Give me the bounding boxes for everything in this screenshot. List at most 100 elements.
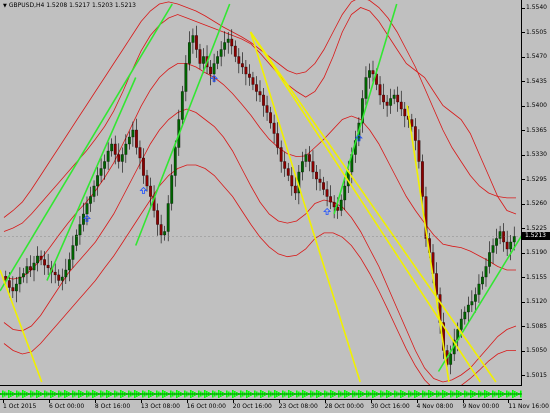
candle — [223, 31, 227, 57]
candle — [484, 258, 488, 287]
candle-body — [131, 129, 135, 138]
candle-body — [184, 63, 188, 92]
candle — [191, 28, 195, 54]
candle-body — [498, 231, 502, 239]
candle — [106, 141, 110, 170]
candle — [75, 229, 78, 252]
candle-body — [198, 49, 202, 64]
candle — [325, 181, 329, 207]
price-chart[interactable]: ▼ GBPUSD,H4 1.5208 1.5217 1.5203 1.5213 — [0, 0, 522, 386]
candle — [498, 225, 502, 245]
candle-body — [233, 45, 237, 57]
candle — [184, 55, 188, 102]
candle-body — [71, 245, 75, 260]
price-tick-mark — [522, 7, 525, 9]
candle — [470, 290, 474, 312]
candle-body — [392, 94, 396, 99]
candle-body — [293, 185, 297, 194]
price-tick-mark — [522, 277, 525, 278]
candle — [304, 148, 308, 168]
candle-body — [14, 283, 18, 292]
price-tick-label: 1.5330 — [526, 151, 547, 158]
candle — [78, 216, 82, 245]
candle-body — [209, 66, 212, 75]
price-tick-label: 1.5435 — [526, 77, 547, 85]
candle-body — [117, 154, 121, 162]
price-tick-mark — [522, 350, 525, 352]
candle-body — [187, 42, 191, 64]
candle-body — [481, 276, 484, 285]
indicator-strip — [0, 386, 522, 400]
candle — [195, 25, 198, 58]
candle-body — [502, 231, 506, 243]
candle-body — [170, 175, 174, 204]
triangle-down-icon[interactable]: ▼ — [3, 3, 7, 9]
chart-window[interactable]: ▼ GBPUSD,H4 1.5208 1.5217 1.5203 1.5213 … — [0, 0, 550, 413]
candle — [477, 274, 481, 303]
candle-body — [99, 168, 103, 176]
candle — [145, 169, 149, 192]
candle-body — [488, 252, 491, 267]
candle — [233, 40, 237, 63]
price-tick-mark — [522, 252, 525, 254]
candle-body — [124, 143, 128, 155]
candle — [488, 241, 491, 274]
price-axis[interactable]: 1.5540 1.5505 1.5470 1.5435 1.5400 1.5365 1.53… — [522, 0, 550, 400]
candle-body — [318, 178, 322, 183]
candle — [332, 195, 336, 219]
candle — [127, 131, 131, 150]
candle-body — [491, 245, 495, 253]
price-tick-label: 1.5540 — [526, 4, 547, 11]
candle — [466, 296, 470, 322]
candle — [315, 165, 318, 191]
candle-body — [64, 269, 68, 278]
candle-body — [32, 262, 36, 271]
candle-body — [39, 255, 43, 260]
time-tick-label: 30 Oct 16:00 — [370, 403, 410, 410]
candle-body — [484, 266, 488, 278]
candle-body — [212, 63, 216, 75]
price-tick-label: 1.5120 — [526, 298, 547, 305]
candle-body — [149, 185, 152, 197]
candle — [226, 32, 230, 54]
candle-body — [477, 283, 481, 295]
candle — [71, 235, 75, 268]
candle-body — [308, 154, 311, 162]
candle — [39, 250, 43, 266]
candle — [117, 143, 121, 169]
candle-body — [329, 196, 333, 203]
candle-body — [89, 196, 92, 204]
candle-body — [113, 143, 117, 155]
candle — [509, 235, 513, 261]
candle-body — [156, 210, 159, 225]
candle-body — [251, 77, 255, 85]
time-axis[interactable]: 1 Oct 2015 6 Oct 00:00 8 Oct 16:00 13 Oct 0… — [0, 400, 549, 413]
candle-body — [180, 91, 184, 120]
price-tick-mark — [522, 179, 525, 180]
candle — [57, 269, 61, 287]
candle-body — [413, 126, 417, 141]
time-tick-label: 20 Oct 16:00 — [232, 403, 272, 410]
time-tick-label: 4 Nov 08:00 — [416, 403, 454, 410]
candle — [269, 106, 272, 129]
candle — [180, 85, 184, 126]
candle-body — [191, 35, 195, 43]
price-tick-label: 1.5015 — [526, 371, 547, 379]
candle — [322, 176, 325, 196]
candle-body — [127, 136, 131, 145]
candle-body — [371, 70, 375, 75]
candle-body — [339, 199, 343, 211]
candle — [279, 140, 283, 173]
price-chart-canvas[interactable] — [0, 0, 522, 386]
bb-lower-line — [3, 108, 517, 383]
candle-body — [135, 129, 138, 148]
candle-body — [57, 274, 61, 281]
candle — [46, 253, 50, 275]
candle — [244, 60, 248, 86]
candle — [308, 146, 311, 172]
candle-body — [459, 318, 463, 330]
candle — [89, 186, 92, 212]
candle — [96, 167, 99, 196]
candle-body — [300, 161, 304, 173]
candle-body — [325, 189, 329, 197]
